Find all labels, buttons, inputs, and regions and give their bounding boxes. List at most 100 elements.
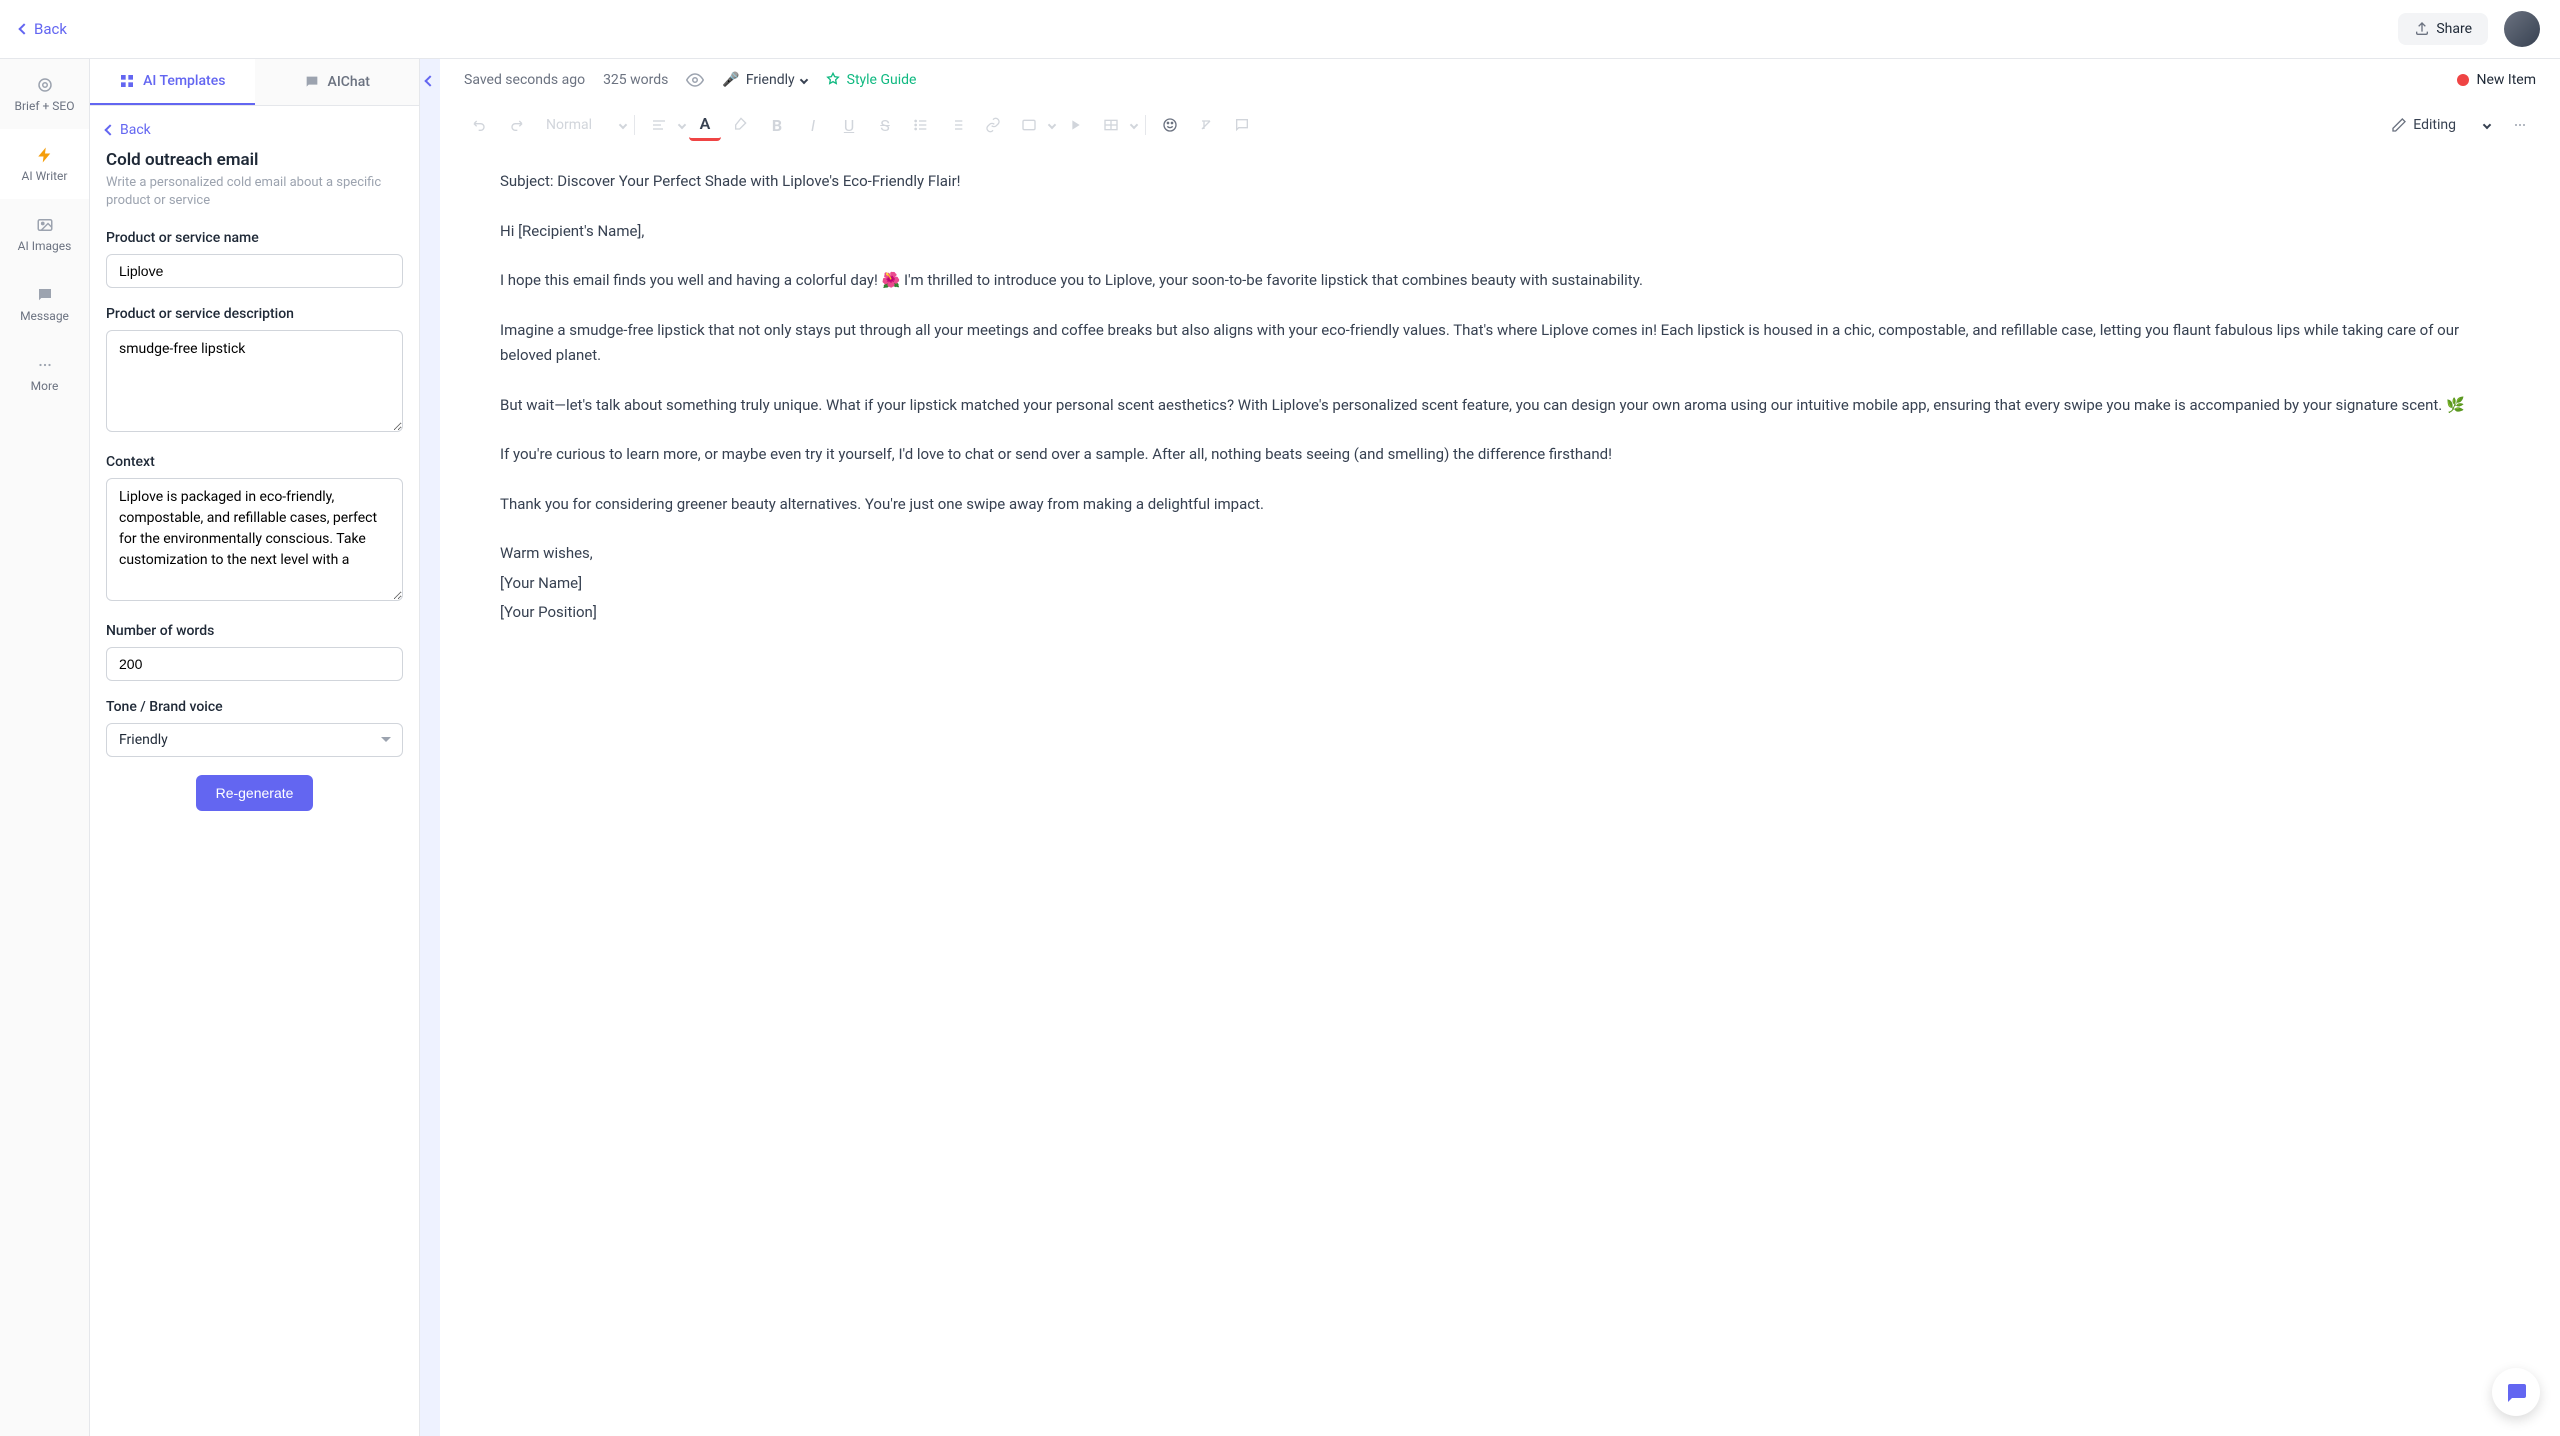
undo-icon: [472, 117, 488, 133]
number-words-input[interactable]: [106, 647, 403, 681]
share-label: Share: [2436, 21, 2472, 37]
chevron-left-icon: [104, 124, 115, 135]
tab-ai-templates[interactable]: AI Templates: [90, 59, 255, 105]
label-number-words: Number of words: [106, 623, 403, 639]
bold-icon: B: [772, 116, 782, 135]
rail-label: AI Images: [18, 239, 72, 253]
new-item-label: New Item: [2477, 72, 2537, 88]
underline-button[interactable]: U: [833, 109, 865, 141]
style-guide-button[interactable]: Style Guide: [825, 72, 917, 88]
email-paragraph: Thank you for considering greener beauty…: [500, 492, 2500, 518]
email-subject: Subject: Discover Your Perfect Shade wit…: [500, 169, 2500, 195]
image-icon: [35, 215, 55, 235]
editor-body[interactable]: Subject: Discover Your Perfect Shade wit…: [440, 149, 2560, 1436]
label-tone: Tone / Brand voice: [106, 699, 403, 715]
tone-label: Friendly: [746, 72, 795, 88]
highlight-icon: [733, 117, 749, 133]
numbered-list-button[interactable]: [941, 109, 973, 141]
check-badge-icon: [825, 72, 841, 88]
email-paragraph: Imagine a smudge-free lipstick that not …: [500, 318, 2500, 369]
editing-mode-select[interactable]: Editing: [2381, 111, 2500, 139]
chat-icon: [304, 74, 320, 90]
rail-ai-images[interactable]: AI Images: [0, 199, 89, 269]
separator: [1145, 115, 1146, 135]
sidebar-back-button[interactable]: Back: [106, 122, 403, 138]
label-product-description: Product or service description: [106, 306, 403, 322]
tone-indicator[interactable]: 🎤 Friendly: [722, 72, 806, 88]
chevron-left-icon: [424, 75, 435, 86]
strikethrough-button[interactable]: S: [869, 109, 901, 141]
rail-label: More: [31, 379, 59, 393]
highlight-button[interactable]: [725, 109, 757, 141]
comment-button[interactable]: [1226, 109, 1258, 141]
avatar[interactable]: [2504, 11, 2540, 47]
table-icon: [1103, 117, 1119, 133]
top-back-button[interactable]: Back: [20, 20, 67, 38]
emoji-button[interactable]: [1154, 109, 1186, 141]
link-icon: [985, 117, 1001, 133]
insert-image-button[interactable]: [1013, 109, 1045, 141]
collapse-sidebar-button[interactable]: [420, 59, 440, 1436]
email-closing: Warm wishes,: [500, 541, 2500, 567]
tone-select[interactable]: Friendly: [106, 723, 403, 757]
visibility-toggle[interactable]: [686, 71, 704, 89]
comment-icon: [1234, 117, 1250, 133]
section-title: Cold outreach email: [106, 150, 403, 170]
chevron-down-icon: [678, 121, 686, 129]
rail-ai-writer[interactable]: AI Writer: [0, 129, 89, 199]
bold-button[interactable]: B: [761, 109, 793, 141]
regenerate-button[interactable]: Re-generate: [196, 775, 314, 811]
emoji-icon: [1162, 117, 1178, 133]
share-icon: [2414, 21, 2430, 37]
email-signature-name: [Your Name]: [500, 571, 2500, 597]
rail-more[interactable]: More: [0, 339, 89, 409]
clear-format-button[interactable]: [1190, 109, 1222, 141]
mic-icon: 🎤: [722, 72, 739, 88]
product-description-input[interactable]: smudge-free lipstick: [106, 330, 403, 432]
target-icon: [35, 75, 55, 95]
more-icon: [35, 355, 55, 375]
image-icon: [1021, 117, 1037, 133]
new-item-indicator[interactable]: New Item: [2457, 72, 2537, 88]
email-paragraph: But wait—let's talk about something trul…: [500, 393, 2500, 419]
status-dot-icon: [2457, 74, 2469, 86]
align-button[interactable]: [643, 109, 675, 141]
toolbar: Normal A B I U S Editing: [440, 101, 2560, 149]
rail-message[interactable]: Message: [0, 269, 89, 339]
share-button[interactable]: Share: [2398, 13, 2488, 45]
label-context: Context: [106, 454, 403, 470]
separator: [634, 115, 635, 135]
label-product-name: Product or service name: [106, 230, 403, 246]
chevron-left-icon: [18, 23, 29, 34]
insert-video-button[interactable]: [1059, 109, 1091, 141]
tab-label: AIChat: [328, 74, 370, 90]
word-count: 325 words: [603, 72, 668, 88]
pencil-icon: [2391, 117, 2407, 133]
section-description: Write a personalized cold email about a …: [106, 174, 403, 210]
rail-brief-seo[interactable]: Brief + SEO: [0, 59, 89, 129]
link-button[interactable]: [977, 109, 1009, 141]
format-select[interactable]: Normal: [536, 111, 616, 139]
bullet-list-button[interactable]: [905, 109, 937, 141]
chevron-down-icon: [1130, 121, 1138, 129]
more-options-button[interactable]: [2504, 109, 2536, 141]
tab-aichat[interactable]: AIChat: [255, 59, 420, 105]
italic-button[interactable]: I: [797, 109, 829, 141]
editor: Saved seconds ago 325 words 🎤 Friendly S…: [440, 59, 2560, 1436]
chat-bubble-button[interactable]: [2492, 1368, 2540, 1416]
underline-icon: U: [844, 116, 854, 135]
align-icon: [651, 117, 667, 133]
email-signature-position: [Your Position]: [500, 600, 2500, 626]
more-icon: [2512, 117, 2528, 133]
text-color-button[interactable]: A: [689, 109, 721, 141]
editing-label: Editing: [2413, 117, 2456, 133]
play-icon: [1067, 117, 1083, 133]
product-name-input[interactable]: [106, 254, 403, 288]
italic-icon: I: [811, 116, 815, 135]
eye-icon: [686, 71, 704, 89]
undo-button[interactable]: [464, 109, 496, 141]
context-input[interactable]: Liplove is packaged in eco-friendly, com…: [106, 478, 403, 601]
rail-label: Message: [20, 309, 69, 323]
insert-table-button[interactable]: [1095, 109, 1127, 141]
redo-button[interactable]: [500, 109, 532, 141]
